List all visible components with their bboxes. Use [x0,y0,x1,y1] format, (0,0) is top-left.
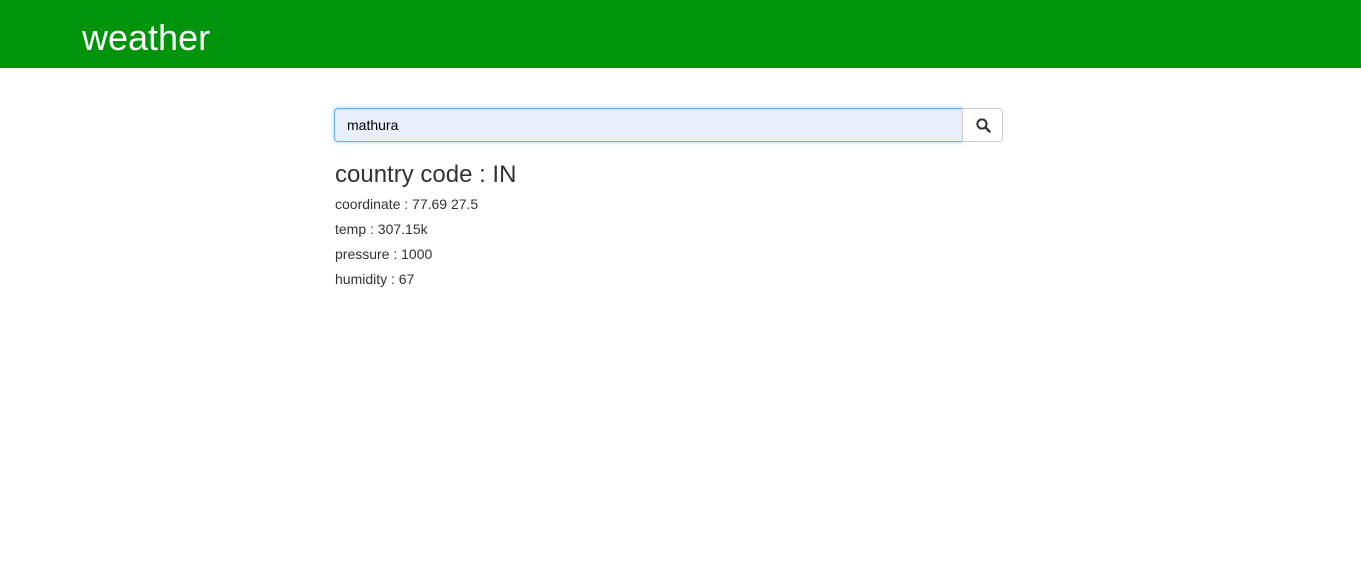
app-title: weather [82,17,211,58]
app-header: weather [0,0,1361,68]
search-bar [334,108,1003,142]
humidity-text: humidity : 67 [335,271,415,287]
country-code-heading: country code : IN [335,161,517,188]
weather-result: country code : IN coordinate : 77.69 27.… [335,158,935,292]
city-search-input[interactable] [334,108,963,142]
temperature-text: temp : 307.15k [335,221,428,237]
pressure-text: pressure : 1000 [335,246,433,262]
coordinate-text: coordinate : 77.69 27.5 [335,196,479,212]
search-icon [976,118,991,133]
search-button[interactable] [962,108,1003,142]
